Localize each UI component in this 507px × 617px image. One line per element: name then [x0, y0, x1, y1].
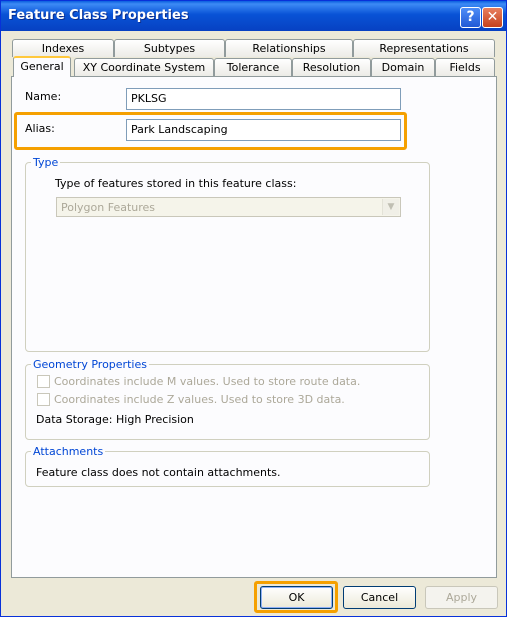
feature-type-value: Polygon Features: [61, 201, 156, 214]
m-values-label: Coordinates include M values. Used to st…: [54, 375, 361, 388]
apply-button[interactable]: Apply: [425, 586, 498, 609]
general-tab-panel: Name: PKLSG Alias: Park Landscaping Type…: [11, 76, 497, 578]
title-bar[interactable]: Feature Class Properties ? ✕: [1, 1, 506, 31]
tab-fields[interactable]: Fields: [435, 58, 495, 76]
tab-domain[interactable]: Domain: [371, 58, 435, 76]
alias-label: Alias:: [25, 122, 55, 135]
geometry-group-legend: Geometry Properties: [31, 358, 149, 371]
attachments-group-legend: Attachments: [31, 445, 106, 458]
attachments-text: Feature class does not contain attachmen…: [36, 466, 281, 479]
name-field[interactable]: PKLSG: [126, 88, 401, 110]
help-button[interactable]: ?: [460, 7, 481, 28]
tab-xy-coordinate-system[interactable]: XY Coordinate System: [74, 58, 214, 76]
tab-relationships[interactable]: Relationships: [225, 39, 353, 57]
tab-subtypes[interactable]: Subtypes: [114, 39, 225, 57]
type-group-legend: Type: [31, 156, 61, 169]
chevron-down-icon: ▼: [382, 199, 399, 215]
close-button[interactable]: ✕: [482, 7, 503, 28]
m-values-checkbox: [37, 375, 50, 388]
tab-tolerance[interactable]: Tolerance: [214, 58, 292, 76]
tab-resolution[interactable]: Resolution: [292, 58, 371, 76]
tab-representations[interactable]: Representations: [353, 39, 495, 57]
name-label: Name:: [25, 90, 62, 103]
z-values-checkbox: [37, 393, 50, 406]
feature-type-description: Type of features stored in this feature …: [55, 177, 297, 190]
feature-type-select: Polygon Features ▼: [56, 197, 401, 217]
z-values-label: Coordinates include Z values. Used to st…: [54, 393, 345, 406]
feature-class-properties-dialog: Feature Class Properties ? ✕ Indexes Sub…: [0, 0, 507, 617]
data-storage-text: Data Storage: High Precision: [36, 413, 194, 426]
tab-indexes[interactable]: Indexes: [12, 39, 114, 57]
ok-button[interactable]: OK: [260, 586, 333, 609]
alias-field[interactable]: Park Landscaping: [126, 119, 401, 141]
cancel-button[interactable]: Cancel: [343, 586, 416, 609]
window-title: Feature Class Properties: [8, 8, 189, 23]
tab-general[interactable]: General: [13, 56, 71, 77]
type-group: [25, 162, 430, 352]
